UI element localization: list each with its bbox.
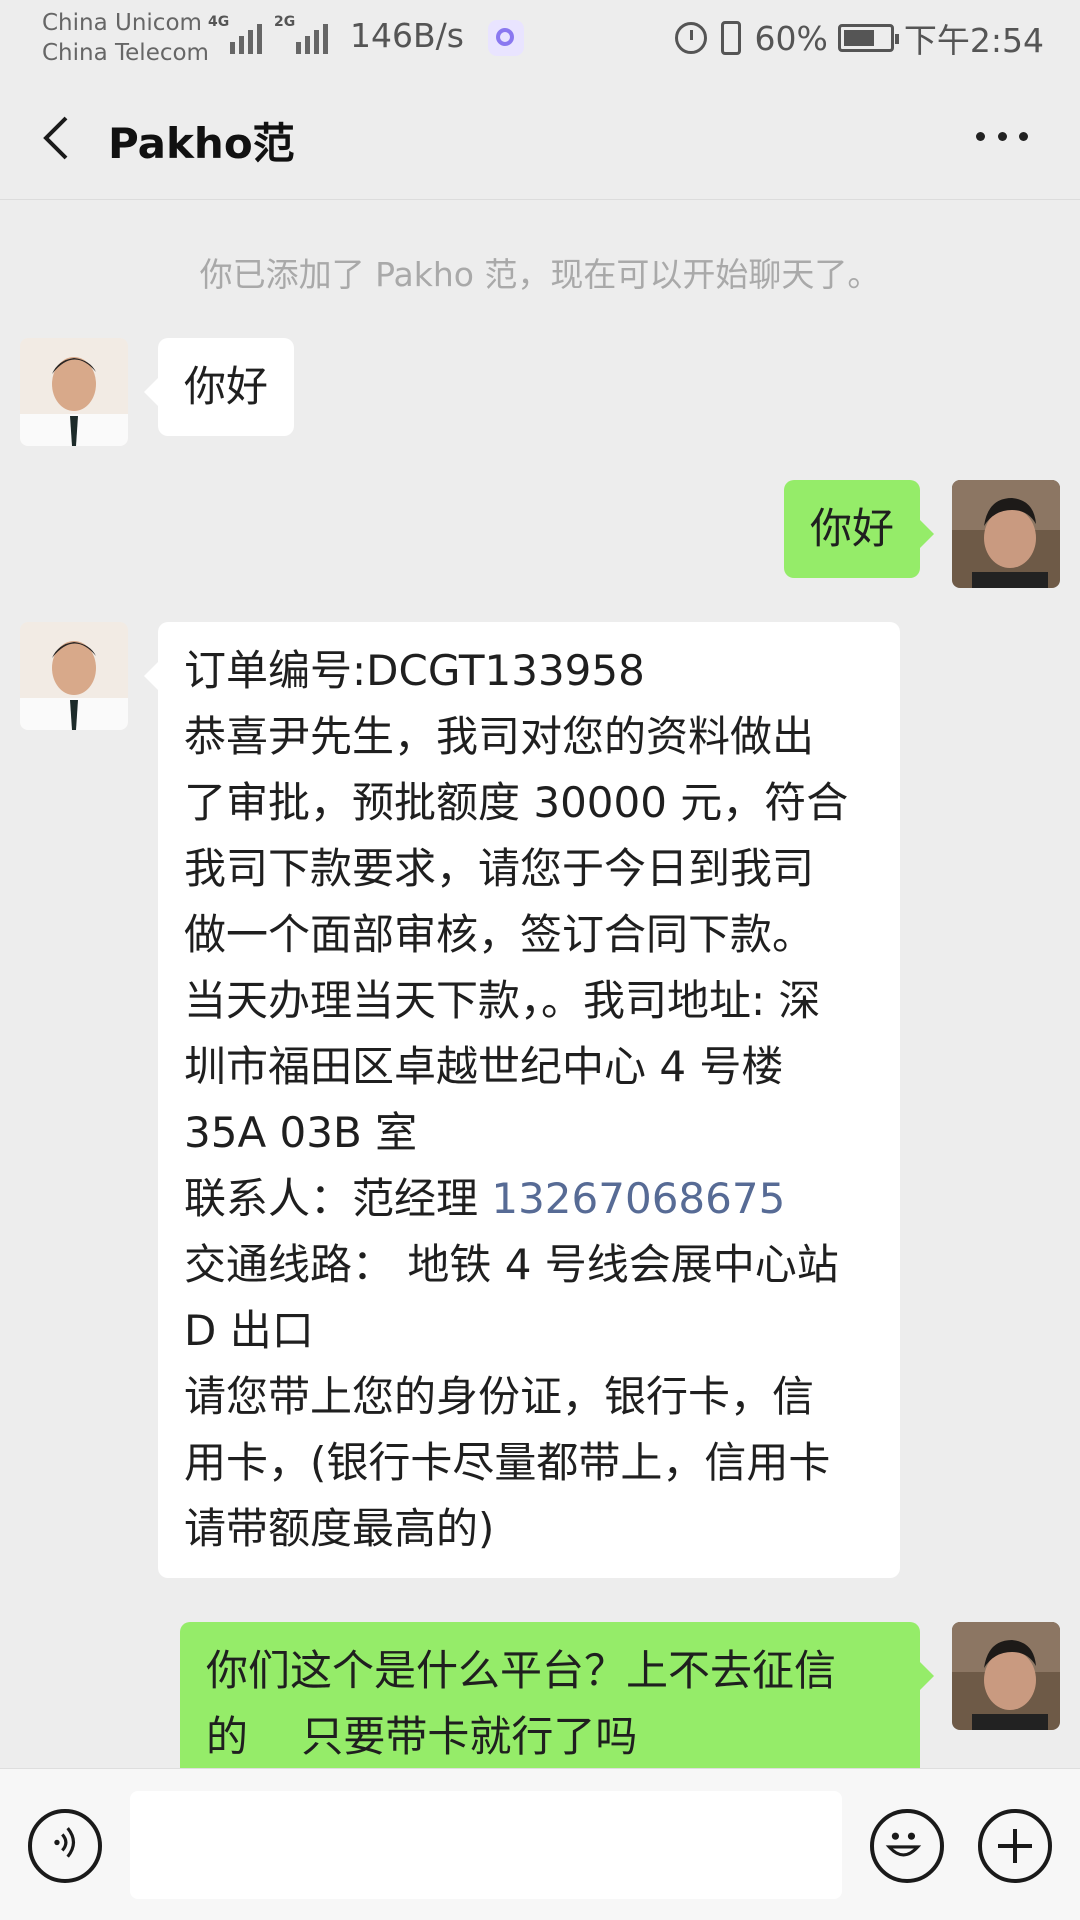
status-bar: China Unicom China Telecom 4G 2G 146B/s …: [42, 8, 1044, 68]
message-bubble-out-long[interactable]: 你们这个是什么平台？上不去征信 的 只要带卡就行了吗: [180, 1622, 934, 1786]
message-line: 请带额度最高的): [184, 1504, 495, 1553]
plus-icon[interactable]: [978, 1809, 1052, 1883]
carrier-info: China Unicom China Telecom: [42, 8, 209, 68]
message-bubble-in[interactable]: 你好: [143, 338, 295, 436]
message-line: 了审批，预批额度 30000 元，符合: [184, 778, 849, 827]
message-line: 的 只要带卡就行了吗: [206, 1712, 638, 1761]
status-right: 60% 下午2:54: [674, 14, 1044, 62]
network-speed: 146B/s: [350, 16, 464, 55]
carrier-2: China Telecom: [42, 40, 209, 66]
chat-header: Pakho范: [0, 76, 1080, 200]
contact-avatar[interactable]: [20, 622, 128, 730]
alarm-icon: [674, 22, 707, 54]
message-line: 圳市福田区卓越世纪中心 4 号楼: [184, 1042, 784, 1091]
input-bar: [0, 1768, 1080, 1920]
chat-screen: China Unicom China Telecom 4G 2G 146B/s …: [0, 0, 1080, 1920]
message-line: 我司下款要求，请您于今日到我司: [184, 844, 815, 893]
contact-avatar[interactable]: [20, 338, 128, 446]
battery-percent: 60%: [754, 18, 828, 58]
contact-label: 联系人：范经理: [184, 1174, 492, 1223]
battery-icon: [837, 24, 899, 52]
message-line: 当天办理当天下款，。我司地址: 深: [184, 976, 821, 1025]
message-bubble-in-long[interactable]: 订单编号:DCGT133958 恭喜尹先生，我司对您的资料做出 了审批，预批额度…: [144, 622, 900, 1578]
contact-line: 联系人：范经理 13267068675: [184, 1166, 874, 1232]
message-line: D 出口: [184, 1306, 314, 1355]
message-line: 你们这个是什么平台？上不去征信: [206, 1646, 837, 1695]
chat-title: Pakho范: [108, 119, 295, 168]
my-avatar[interactable]: [952, 480, 1060, 588]
more-dots-icon[interactable]: [976, 132, 1028, 144]
emoji-icon[interactable]: [870, 1809, 944, 1883]
message-input[interactable]: [130, 1791, 842, 1899]
app-notification-icon: [488, 20, 524, 56]
message-line: 35A 03B 室: [184, 1108, 418, 1157]
my-avatar[interactable]: [952, 1622, 1060, 1730]
system-message: 你已添加了 Pakho 范，现在可以开始聊天了。: [199, 255, 881, 294]
voice-icon[interactable]: [28, 1809, 102, 1883]
chevron-left-icon[interactable]: [36, 116, 80, 160]
message-line: 恭喜尹先生，我司对您的资料做出: [184, 712, 815, 761]
vibrate-icon: [720, 21, 741, 55]
message-line: 订单编号:DCGT133958: [184, 646, 645, 695]
message-line: 交通线路： 地铁 4 号线会展中心站: [184, 1240, 839, 1289]
clock: 下午2:54: [903, 21, 1044, 60]
phone-number-link[interactable]: 13267068675: [491, 1174, 785, 1223]
message-line: 请您带上您的身份证，银行卡，信: [184, 1372, 815, 1421]
message-line: 用卡，(银行卡尽量都带上，信用卡: [184, 1438, 831, 1487]
message-bubble-out[interactable]: 你好: [784, 480, 935, 578]
message-line: 做一个面部审核，签订合同下款。: [184, 910, 815, 959]
carrier-1: China Unicom: [42, 10, 202, 36]
